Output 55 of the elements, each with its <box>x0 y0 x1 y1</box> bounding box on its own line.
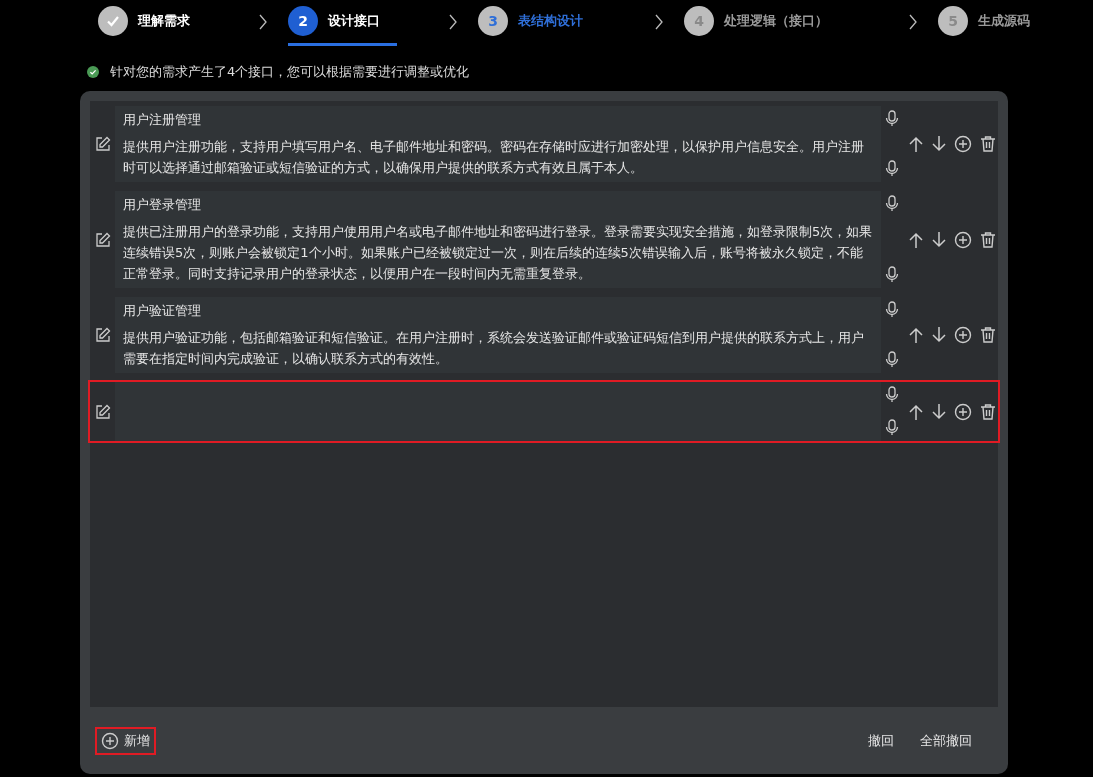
interface-field[interactable]: 用户登录管理 提供已注册用户的登录功能，支持用户使用用户名或电子邮件地址和密码进行登录。登录需要实现安全措施，如登录限制5次，如果连续错误5次，则账户会被锁定1个小时。如果账户已经被锁定过一次，则在后续的连续5次错误输入后，账号将被永久锁定，不能正常登录。同时支持记录用户的登录状态，以便用户在一段时间内无需重复登录。 <box>115 191 881 288</box>
interface-title: 用户注册管理 <box>123 111 202 129</box>
arrow-up-icon[interactable] <box>908 403 924 420</box>
add-circle-icon[interactable] <box>954 326 972 344</box>
trash-icon[interactable] <box>979 326 997 344</box>
success-icon <box>87 66 99 78</box>
arrow-down-icon[interactable] <box>931 327 947 343</box>
trash-icon[interactable] <box>979 230 997 249</box>
microphone-icon[interactable] <box>884 266 900 284</box>
step-label[interactable]: 生成源码 <box>978 12 1030 30</box>
status-message: 针对您的需求产生了4个接口，您可以根据需要进行调整或优化 <box>110 63 470 81</box>
step-number: 2 <box>288 6 318 36</box>
arrow-down-icon[interactable] <box>931 403 947 420</box>
interface-title: 用户验证管理 <box>123 302 202 320</box>
chevron-icon <box>259 14 267 30</box>
arrow-down-icon[interactable] <box>931 231 947 248</box>
microphone-icon[interactable] <box>884 419 900 437</box>
trash-icon[interactable] <box>979 135 997 153</box>
trash-icon[interactable] <box>979 402 997 421</box>
microphone-icon[interactable] <box>884 110 900 128</box>
microphone-icon[interactable] <box>884 351 900 369</box>
interface-field[interactable]: 用户验证管理 提供用户验证功能，包括邮箱验证和短信验证。在用户注册时，系统会发送验证邮件或验证码短信到用户提供的联系方式上，用户需要在指定时间内完成验证，以确认联系方式的有效性。 <box>115 297 881 373</box>
edit-icon[interactable] <box>93 326 112 344</box>
step-label[interactable]: 设计接口 <box>328 12 380 30</box>
add-circle-icon[interactable] <box>954 230 972 249</box>
interface-description: 提供用户验证功能，包括邮箱验证和短信验证。在用户注册时，系统会发送验证邮件或验证码短信到用户提供的联系方式上，用户需要在指定时间内完成验证，以确认联系方式的有效性。 <box>123 329 865 368</box>
edit-icon[interactable] <box>93 230 112 249</box>
arrow-down-icon[interactable] <box>931 136 947 152</box>
interface-title: 用户登录管理 <box>123 196 202 214</box>
interface-field[interactable]: 用户注册管理 提供用户注册功能，支持用户填写用户名、电子邮件地址和密码。密码在存储时应进行加密处理，以保护用户信息安全。用户注册时可以选择通过邮箱验证或短信验证的方式，以确保用户提供的联系方式有效且属于本人。 <box>115 106 881 182</box>
text-button[interactable]: 撤回 <box>866 727 896 754</box>
add-circle-icon[interactable] <box>954 135 972 153</box>
step-label[interactable]: 处理逻辑（接口） <box>724 12 828 30</box>
microphone-icon[interactable] <box>884 301 900 319</box>
step-label[interactable]: 理解需求 <box>138 12 190 30</box>
step-number: 3 <box>478 6 508 36</box>
interface-description: 提供已注册用户的登录功能，支持用户使用用户名或电子邮件地址和密码进行登录。登录需要实现安全措施，如登录限制5次，如果连续错误5次，则账户会被锁定1个小时。如果账户已经被锁定过一次，则在后续的连续5次错误输入后，账号将被永久锁定，不能正常登录。同时支持记录用户的登录状态，以便用户在一段时间内无需重复登录。 <box>123 223 873 283</box>
add-circle-icon[interactable] <box>954 402 972 421</box>
edit-icon[interactable] <box>93 402 112 421</box>
text-button[interactable]: 全部撤回 <box>918 727 974 754</box>
microphone-icon[interactable] <box>884 160 900 178</box>
arrow-up-icon[interactable] <box>908 231 924 248</box>
add-circle-icon <box>101 731 119 750</box>
interface-description: 提供用户注册功能，支持用户填写用户名、电子邮件地址和密码。密码在存储时应进行加密处理，以保护用户信息安全。用户注册时可以选择通过邮箱验证或短信验证的方式，以确保用户提供的联系方式有效且属于本人。 <box>123 138 865 177</box>
chevron-icon <box>449 14 457 30</box>
add-button[interactable]: 新增 <box>95 726 156 755</box>
arrow-up-icon[interactable] <box>908 136 924 152</box>
microphone-icon[interactable] <box>884 386 900 404</box>
edit-icon[interactable] <box>93 135 112 153</box>
microphone-icon[interactable] <box>884 195 900 213</box>
arrow-up-icon[interactable] <box>908 327 924 343</box>
chevron-icon <box>655 14 663 30</box>
interface-field[interactable] <box>115 382 881 441</box>
chevron-icon <box>909 14 917 30</box>
step-label[interactable]: 表结构设计 <box>518 12 583 30</box>
